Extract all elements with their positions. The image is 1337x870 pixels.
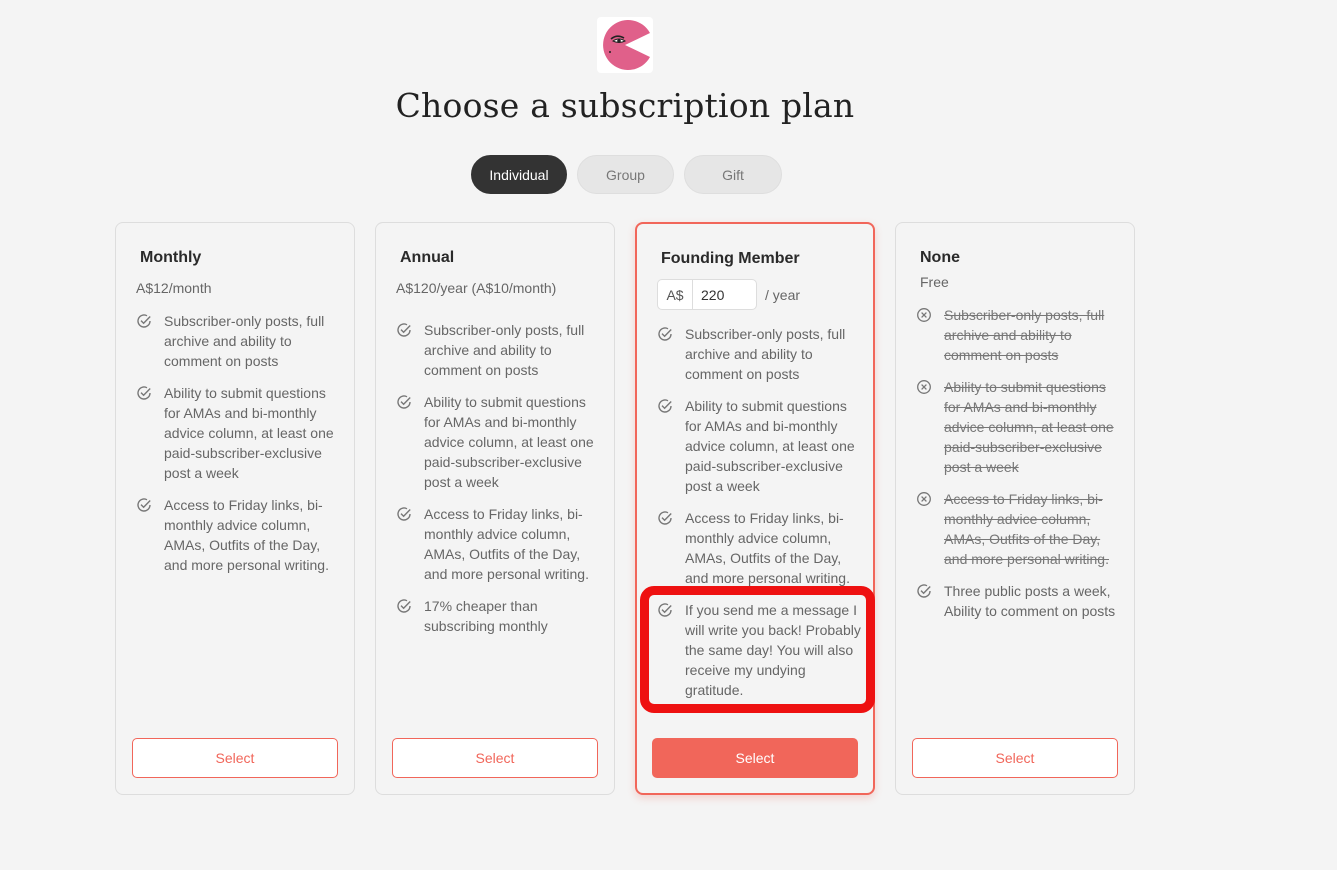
check-circle-icon <box>397 323 411 337</box>
period-label: / year <box>765 286 801 303</box>
feature-text: Access to Friday links, bi-monthly advic… <box>685 510 850 586</box>
check-circle-icon <box>658 603 672 617</box>
check-circle-icon <box>397 507 411 521</box>
select-annual-button[interactable]: Select <box>392 738 598 778</box>
feature-text: Ability to submit questions for AMAs and… <box>424 394 594 490</box>
feature-item-excluded: Subscriber-only posts, full archive and … <box>916 305 1124 365</box>
tab-gift[interactable]: Gift <box>684 155 782 194</box>
amount-input[interactable] <box>692 279 757 310</box>
feature-text: Ability to submit questions for AMAs and… <box>685 398 855 494</box>
plan-card-monthly[interactable]: Monthly A$12/month Subscriber-only posts… <box>115 222 355 795</box>
plan-name: Annual <box>400 249 455 266</box>
check-circle-icon <box>658 399 672 413</box>
feature-item: Subscriber-only posts, full archive and … <box>657 324 863 384</box>
feature-item: Subscriber-only posts, full archive and … <box>136 311 344 371</box>
feature-text: Ability to submit questions for AMAs and… <box>164 385 334 481</box>
feature-item-excluded: Access to Friday links, bi-monthly advic… <box>916 489 1124 569</box>
x-circle-icon <box>917 492 931 506</box>
plan-card-founding-member[interactable]: Founding Member A$ / year Subscriber-onl… <box>635 222 875 795</box>
plan-price: A$12/month <box>136 280 212 296</box>
plan-name: Founding Member <box>661 250 800 267</box>
feature-item: Access to Friday links, bi-monthly advic… <box>396 504 604 584</box>
plan-card-none[interactable]: None Free Subscriber-only posts, full ar… <box>895 222 1135 795</box>
feature-text: Three public posts a week, Ability to co… <box>944 583 1116 619</box>
check-circle-icon <box>658 327 672 341</box>
feature-item: Access to Friday links, bi-monthly advic… <box>657 508 863 588</box>
feature-list: Subscriber-only posts, full archive and … <box>136 311 344 587</box>
check-circle-icon <box>397 395 411 409</box>
feature-item: If you send me a message I will write yo… <box>657 600 863 700</box>
select-none-button[interactable]: Select <box>912 738 1118 778</box>
page-title: Choose a subscription plan <box>395 86 855 125</box>
feature-list: Subscriber-only posts, full archive and … <box>657 324 863 712</box>
feature-list: Subscriber-only posts, full archive and … <box>916 305 1124 633</box>
feature-text: 17% cheaper than subscribing monthly <box>424 598 548 634</box>
plan-name: None <box>920 249 960 266</box>
feature-list: Subscriber-only posts, full archive and … <box>396 320 604 648</box>
check-circle-icon <box>397 599 411 613</box>
feature-text: Access to Friday links, bi-monthly advic… <box>164 497 329 573</box>
feature-text: Access to Friday links, bi-monthly advic… <box>944 491 1109 567</box>
tab-individual[interactable]: Individual <box>471 155 567 194</box>
x-circle-icon <box>917 308 931 322</box>
feature-item: Access to Friday links, bi-monthly advic… <box>136 495 344 575</box>
plan-price: A$120/year (A$10/month) <box>396 280 557 296</box>
feature-item: Subscriber-only posts, full archive and … <box>396 320 604 380</box>
select-monthly-button[interactable]: Select <box>132 738 338 778</box>
select-founding-member-button[interactable]: Select <box>652 738 858 778</box>
plan-type-tabs: Individual Group Gift <box>471 155 782 194</box>
tab-group[interactable]: Group <box>577 155 674 194</box>
custom-price-row: A$ / year <box>657 279 800 310</box>
feature-text: Access to Friday links, bi-monthly advic… <box>424 506 589 582</box>
feature-item-excluded: Ability to submit questions for AMAs and… <box>916 377 1124 477</box>
x-circle-icon <box>917 380 931 394</box>
check-circle-icon <box>658 511 672 525</box>
feature-text: Subscriber-only posts, full archive and … <box>685 326 846 382</box>
check-circle-icon <box>917 584 931 598</box>
feature-item: 17% cheaper than subscribing monthly <box>396 596 604 636</box>
feature-item: Ability to submit questions for AMAs and… <box>657 396 863 496</box>
feature-text: Subscriber-only posts, full archive and … <box>424 322 585 378</box>
pink-face-logo <box>597 17 653 73</box>
check-circle-icon <box>137 386 151 400</box>
feature-item: Ability to submit questions for AMAs and… <box>396 392 604 492</box>
feature-text: Subscriber-only posts, full archive and … <box>944 307 1105 363</box>
plan-card-annual[interactable]: Annual A$120/year (A$10/month) Subscribe… <box>375 222 615 795</box>
feature-text: If you send me a message I will write yo… <box>685 602 861 698</box>
feature-text: Ability to submit questions for AMAs and… <box>944 379 1114 475</box>
feature-text: Subscriber-only posts, full archive and … <box>164 313 325 369</box>
plan-price: Free <box>920 274 949 290</box>
check-circle-icon <box>137 314 151 328</box>
plan-name: Monthly <box>140 249 202 266</box>
currency-label: A$ <box>657 279 692 310</box>
feature-item: Ability to submit questions for AMAs and… <box>136 383 344 483</box>
check-circle-icon <box>137 498 151 512</box>
feature-item: Three public posts a week, Ability to co… <box>916 581 1124 621</box>
